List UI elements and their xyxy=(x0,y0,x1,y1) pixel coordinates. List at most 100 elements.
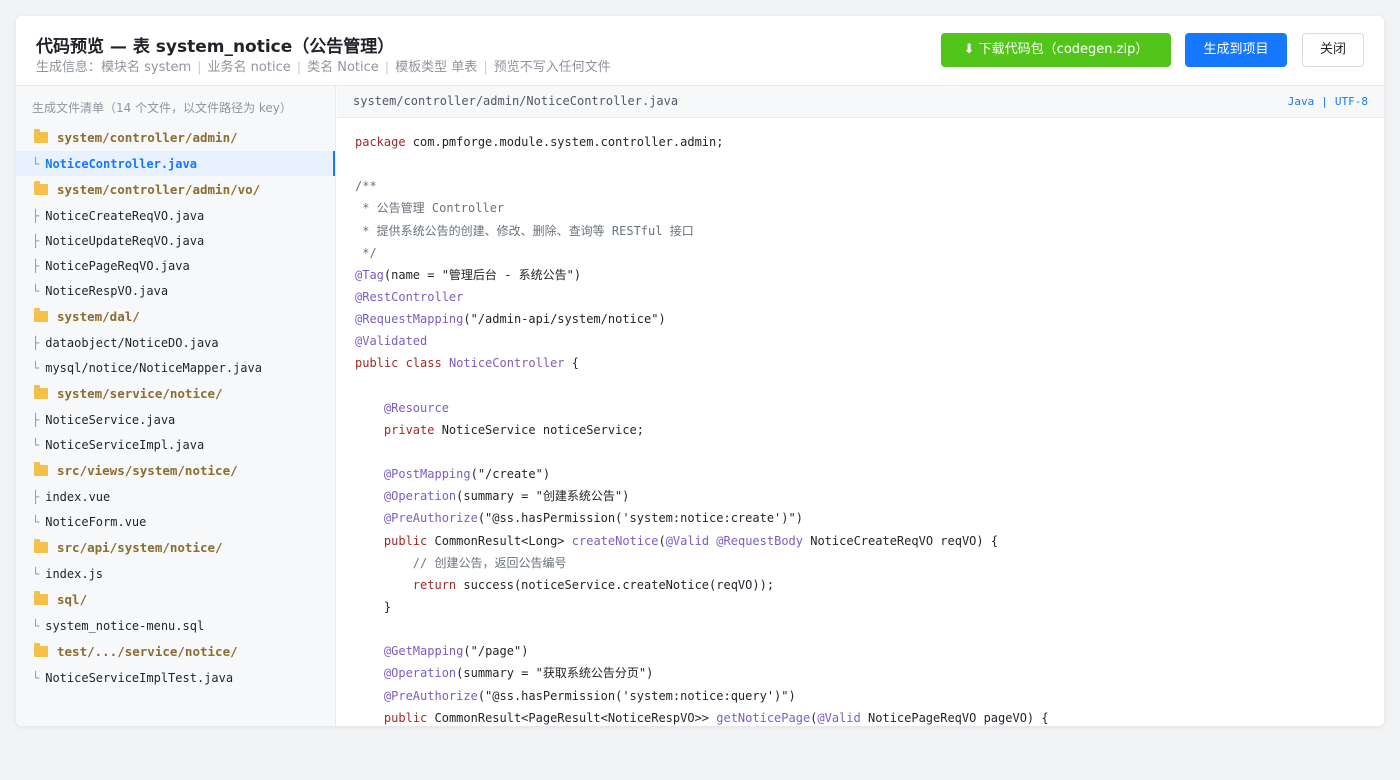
file-name: NoticeService.java xyxy=(45,412,176,427)
download-zip-button[interactable]: ⬇ 下载代码包（codegen.zip） xyxy=(941,33,1171,67)
code-token: @RequestBody xyxy=(716,533,803,548)
file-name: index.js xyxy=(45,566,104,581)
code-line: @RequestMapping("/admin-api/system/notic… xyxy=(355,308,1049,330)
code-token: @PreAuthorize xyxy=(383,688,478,703)
file-item[interactable]: └ mysql/notice/NoticeMapper.java xyxy=(16,355,335,380)
code-token: ("/page") xyxy=(463,644,529,659)
folder-icon xyxy=(34,643,48,657)
code-token: (name = "管理后台 - 系统公告") xyxy=(383,267,582,282)
dialog-title: 代码预览 — 表 system_notice（公告管理） xyxy=(36,37,395,57)
folder-row[interactable]: system/controller/admin/vo/ xyxy=(16,176,335,203)
file-item[interactable]: ├ index.vue xyxy=(16,484,335,509)
code-token: (summary = "获取系统公告分页") xyxy=(456,666,654,681)
code-token: com.pmforge.module.system.controller.adm… xyxy=(405,135,724,149)
file-name: index.vue xyxy=(45,489,111,504)
code-content[interactable]: package com.pmforge.module.system.contro… xyxy=(355,131,1049,726)
folder-row[interactable]: src/api/system/notice/ xyxy=(16,534,335,561)
tree-branch: ├ xyxy=(32,489,40,504)
folder-icon xyxy=(34,462,48,476)
tree-branch: └ xyxy=(32,618,40,633)
close-button[interactable]: 关闭 xyxy=(1302,33,1364,67)
code-token: CommonResult<PageResult<NoticeRespVO>> xyxy=(427,710,717,725)
code-line: @Operation(summary = "获取系统公告分页") xyxy=(355,662,1049,684)
file-name: NoticeRespVO.java xyxy=(45,283,169,298)
file-name: NoticeUpdateReqVO.java xyxy=(45,233,205,248)
code-token: public xyxy=(383,710,428,725)
file-name: dataobject/NoticeDO.java xyxy=(45,335,219,350)
code-line: } xyxy=(355,596,1049,618)
folder-row[interactable]: sql/ xyxy=(16,586,335,613)
code-token: @Valid xyxy=(817,710,861,725)
code-token: public class xyxy=(355,356,442,371)
folder-label: system/service/notice/ xyxy=(57,386,223,401)
code-line: public class NoticeController { xyxy=(355,352,1049,374)
generate-to-project-button[interactable]: 生成到项目 xyxy=(1185,33,1287,67)
code-token: NoticeCreateReqVO reqVO) { xyxy=(803,533,999,548)
file-item[interactable]: └ index.js xyxy=(16,561,335,586)
meta-business: 业务名 notice xyxy=(207,60,291,75)
code-token: NoticeController xyxy=(448,356,565,371)
code-token: @PostMapping xyxy=(383,467,471,482)
folder-label: sql/ xyxy=(57,592,88,607)
folder-row[interactable]: system/controller/admin/ xyxy=(16,124,335,151)
folder-icon xyxy=(34,385,48,399)
code-line: @PostMapping("/create") xyxy=(355,463,1049,485)
file-item[interactable]: ├ NoticeCreateReqVO.java xyxy=(16,203,335,228)
file-item[interactable]: └ NoticeRespVO.java xyxy=(16,278,335,303)
code-line: @Operation(summary = "创建系统公告") xyxy=(355,485,1049,507)
code-token: @Operation xyxy=(383,489,457,504)
current-file-path: system/controller/admin/NoticeController… xyxy=(353,94,679,108)
file-item[interactable]: └ NoticeForm.vue xyxy=(16,509,335,534)
meta-template: 模板类型 单表 xyxy=(395,60,478,75)
file-item[interactable]: ├ NoticePageReqVO.java xyxy=(16,253,335,278)
file-item[interactable]: └ NoticeController.java xyxy=(16,151,335,176)
folder-row[interactable]: system/service/notice/ xyxy=(16,380,335,407)
code-token: @GetMapping xyxy=(383,644,464,659)
code-token: @PreAuthorize xyxy=(383,511,478,526)
meta-separator: | xyxy=(483,60,488,75)
code-token: private xyxy=(383,422,435,437)
tree-branch: └ xyxy=(32,437,40,452)
folder-label: system/controller/admin/vo/ xyxy=(57,182,261,197)
code-token: ("/create") xyxy=(470,467,551,482)
file-item[interactable]: ├ dataobject/NoticeDO.java xyxy=(16,330,335,355)
file-item[interactable]: └ NoticeServiceImpl.java xyxy=(16,432,335,457)
code-token: @Operation xyxy=(383,666,457,681)
file-item[interactable]: ├ NoticeService.java xyxy=(16,407,335,432)
tree-branch: └ xyxy=(32,566,40,581)
code-token: ("@ss.hasPermission('system:notice:creat… xyxy=(477,511,803,526)
code-token: @Resource xyxy=(383,400,449,415)
folder-row[interactable]: src/views/system/notice/ xyxy=(16,457,335,484)
code-line: @Validated xyxy=(355,330,1049,352)
folder-row[interactable]: test/.../service/notice/ xyxy=(16,638,335,665)
encoding-tag: UTF-8 xyxy=(1334,95,1368,108)
file-item[interactable]: └ system_notice-menu.sql xyxy=(16,613,335,638)
file-name: NoticeForm.vue xyxy=(45,514,147,529)
code-token: @RequestMapping xyxy=(355,312,464,327)
meta-module: 生成信息：模块名 system xyxy=(36,60,192,75)
tree-branch: └ xyxy=(32,156,40,171)
tree-branch: ├ xyxy=(32,412,40,427)
code-token: * 公告管理 Controller xyxy=(355,201,505,216)
file-item[interactable]: ├ NoticeUpdateReqVO.java xyxy=(16,228,335,253)
code-token: getNoticePage xyxy=(716,710,811,725)
file-tree: system/controller/admin/ └ NoticeControlle… xyxy=(16,124,335,690)
code-line: package com.pmforge.module.system.contro… xyxy=(355,131,1049,153)
file-item[interactable]: └ NoticeServiceImplTest.java xyxy=(16,665,335,690)
code-token: @Validated xyxy=(355,334,428,349)
file-name: NoticeController.java xyxy=(45,156,197,171)
code-token: return xyxy=(412,577,457,592)
code-token: package xyxy=(355,135,406,149)
code-token: */ xyxy=(355,245,377,260)
code-token: NoticePageReqVO pageVO) { xyxy=(860,710,1049,725)
code-viewer: system/controller/admin/NoticeController… xyxy=(337,86,1384,726)
folder-row[interactable]: system/dal/ xyxy=(16,303,335,330)
